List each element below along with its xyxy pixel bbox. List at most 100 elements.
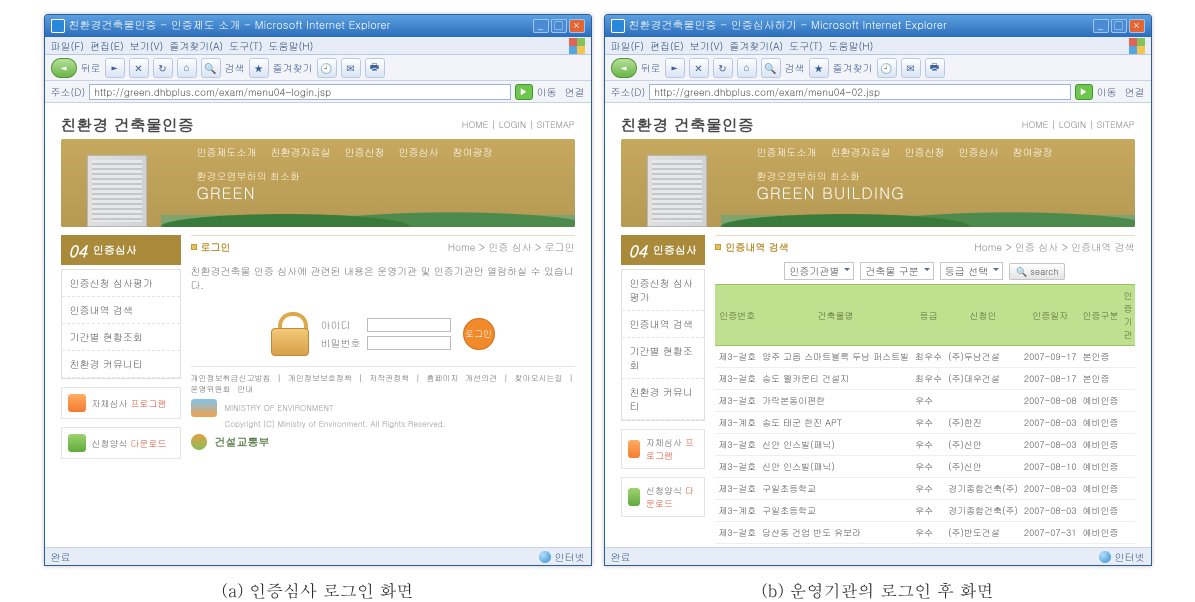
cell: 2007-08-03 bbox=[1021, 412, 1080, 434]
menubar[interactable]: 파일(F) 편집(E) 보기(V) 즐겨찾기(A) 도구(T) 도움말(H) bbox=[605, 37, 1151, 55]
home-button[interactable]: ⌂ bbox=[737, 58, 757, 78]
table-row[interactable]: 제3-걸호구일초등학교우수경기종합건축(주)2007-08-03예비인증 bbox=[715, 478, 1134, 500]
side-item-eval[interactable]: 인증신청 심사평가 bbox=[62, 270, 180, 297]
dl-program[interactable]: 자체심사 프로그램 bbox=[621, 429, 706, 469]
gnb-apply[interactable]: 인증신청 bbox=[345, 145, 385, 159]
print-icon[interactable]: 🖶 bbox=[365, 58, 385, 78]
links-label[interactable]: 연결 bbox=[565, 85, 585, 99]
menu-tools[interactable]: 도구(T) bbox=[229, 39, 262, 53]
filter-org[interactable]: 인증기관별 bbox=[784, 262, 854, 280]
side-item-eval[interactable]: 인증신청 심사평가 bbox=[622, 270, 705, 311]
gnb-audit[interactable]: 인증심사 bbox=[959, 145, 999, 159]
table-row[interactable]: 제3-걸호신안 인스빌(패닉)우수(주)신안2007-08-10예비인증 bbox=[715, 456, 1134, 478]
max-button[interactable]: □ bbox=[551, 19, 567, 33]
filter-type[interactable]: 건축물 구분 bbox=[860, 262, 933, 280]
fwd-button[interactable]: ► bbox=[105, 58, 125, 78]
dl-form[interactable]: 신청양식 다운로드 bbox=[61, 427, 181, 459]
table-row[interactable]: 제3-계호덕양구 건업 반도 유보라우수(주)반도건설2007-07-31예비인… bbox=[715, 544, 1134, 548]
gnb-intro[interactable]: 인증제도소개 bbox=[757, 145, 817, 159]
refresh-button[interactable]: ↻ bbox=[153, 58, 173, 78]
gnb-audit[interactable]: 인증심사 bbox=[399, 145, 439, 159]
dl-form[interactable]: 신청양식 다운로드 bbox=[621, 477, 706, 517]
stop-button[interactable]: ✕ bbox=[129, 58, 149, 78]
copyright: Copyright (C) Ministry of Environment. A… bbox=[225, 419, 575, 430]
table-row[interactable]: 제3-걸호송도 웰카운티 건설지최우수(주)대우건설2007-08-17본인증 bbox=[715, 368, 1134, 390]
side-item-period[interactable]: 기간별 현황조회 bbox=[622, 338, 705, 379]
table-row[interactable]: 제3-걸호양주 고읍 스마트블록 두남 퍼스트빌최우수(주)두남건설2007-0… bbox=[715, 346, 1134, 368]
site-title[interactable]: 친환경 건축물인증 bbox=[621, 113, 754, 136]
url-input[interactable] bbox=[89, 84, 510, 100]
min-button[interactable]: _ bbox=[1093, 19, 1109, 33]
gnb[interactable]: 인증제도소개 친환경자료실 인증신청 인증심사 참여광장 bbox=[197, 145, 563, 159]
dl-program[interactable]: 자체심사 프로그램 bbox=[61, 387, 181, 419]
mail-icon[interactable]: ✉ bbox=[341, 58, 361, 78]
print-icon[interactable]: 🖶 bbox=[925, 58, 945, 78]
max-button[interactable]: □ bbox=[1111, 19, 1127, 33]
search-icon[interactable]: 🔍 bbox=[761, 58, 781, 78]
fav-icon[interactable]: ★ bbox=[249, 58, 269, 78]
menu-fav[interactable]: 즐겨찾기(A) bbox=[169, 39, 223, 53]
fav-icon[interactable]: ★ bbox=[809, 58, 829, 78]
titlebar[interactable]: 친환경건축물인증 - 인증심사하기 - Microsoft Internet E… bbox=[605, 15, 1151, 37]
gnb[interactable]: 인증제도소개 친환경자료실 인증신청 인증심사 참여광장 bbox=[757, 145, 1123, 159]
gnb-apply[interactable]: 인증신청 bbox=[905, 145, 945, 159]
table-row[interactable]: 제3-계호구일초등학교우수경기종합건축(주)2007-08-03예비인증 bbox=[715, 500, 1134, 522]
mail-icon[interactable]: ✉ bbox=[901, 58, 921, 78]
menu-view[interactable]: 보기(V) bbox=[690, 39, 724, 53]
go-button[interactable]: ▶ bbox=[515, 84, 533, 100]
menu-view[interactable]: 보기(V) bbox=[130, 39, 164, 53]
side-item-comm[interactable]: 친환경 커뮤니티 bbox=[62, 351, 180, 378]
gnb-library[interactable]: 친환경자료실 bbox=[831, 145, 891, 159]
footer-links[interactable]: 개인정보취급신고방침 | 개인정보보호정책 | 저작권정책 | 홈페이지 개선의… bbox=[191, 373, 575, 395]
side-item-comm[interactable]: 친환경 커뮤니티 bbox=[622, 379, 705, 420]
cell bbox=[1122, 522, 1135, 544]
menu-help[interactable]: 도움말(H) bbox=[829, 39, 874, 53]
table-row[interactable]: 제3-걸호가락본동이편한우수2007-08-08예비인증 bbox=[715, 390, 1134, 412]
pw-input[interactable] bbox=[367, 336, 451, 350]
menu-fav[interactable]: 즐겨찾기(A) bbox=[729, 39, 783, 53]
gnb-library[interactable]: 친환경자료실 bbox=[271, 145, 331, 159]
menu-file[interactable]: 파일(F) bbox=[51, 39, 84, 53]
table-row[interactable]: 제3-계호송도 태군 한진 APT우수(주)한진2007-08-03예비인증 bbox=[715, 412, 1134, 434]
refresh-button[interactable]: ↻ bbox=[713, 58, 733, 78]
ie-throbber-icon bbox=[1129, 38, 1145, 54]
fwd-button[interactable]: ► bbox=[665, 58, 685, 78]
min-button[interactable]: _ bbox=[533, 19, 549, 33]
history-icon[interactable]: 🕘 bbox=[877, 58, 897, 78]
side-item-search[interactable]: 인증내역 검색 bbox=[62, 297, 180, 324]
titlebar[interactable]: 친환경건축물인증 - 인증제도 소개 - Microsoft Internet … bbox=[45, 15, 591, 37]
menu-edit[interactable]: 편집(E) bbox=[650, 39, 684, 53]
gnb-intro[interactable]: 인증제도소개 bbox=[197, 145, 257, 159]
menu-tools[interactable]: 도구(T) bbox=[789, 39, 822, 53]
side-item-period[interactable]: 기간별 현황조회 bbox=[62, 324, 180, 351]
gnb-community[interactable]: 참여광장 bbox=[453, 145, 493, 159]
back-button[interactable]: ◄ bbox=[51, 58, 77, 78]
filter-grade[interactable]: 등급 선택 bbox=[940, 262, 1003, 280]
table-row[interactable]: 제3-걸호당산동 건업 반도 유보라우수(주)반도건설2007-07-31예비인… bbox=[715, 522, 1134, 544]
menubar[interactable]: 파일(F) 편집(E) 보기(V) 즐겨찾기(A) 도구(T) 도움말(H) bbox=[45, 37, 591, 55]
url-input[interactable] bbox=[649, 84, 1070, 100]
menu-help[interactable]: 도움말(H) bbox=[269, 39, 314, 53]
back-button[interactable]: ◄ bbox=[611, 58, 637, 78]
gnb-community[interactable]: 참여광장 bbox=[1013, 145, 1053, 159]
history-icon[interactable]: 🕘 bbox=[317, 58, 337, 78]
site-title[interactable]: 친환경 건축물인증 bbox=[61, 113, 194, 136]
stop-button[interactable]: ✕ bbox=[689, 58, 709, 78]
menu-file[interactable]: 파일(F) bbox=[611, 39, 644, 53]
links-label[interactable]: 연결 bbox=[1125, 85, 1145, 99]
id-input[interactable] bbox=[367, 318, 451, 332]
util-links[interactable]: HOME | LOGIN | SITEMAP bbox=[1022, 118, 1135, 131]
search-icon[interactable]: 🔍 bbox=[201, 58, 221, 78]
go-button[interactable]: ▶ bbox=[1075, 84, 1093, 100]
close-button[interactable]: × bbox=[569, 19, 585, 33]
search-button[interactable]: 🔍 search bbox=[1009, 263, 1065, 280]
login-button[interactable]: 로그인 bbox=[463, 318, 495, 350]
close-button[interactable]: × bbox=[1129, 19, 1145, 33]
util-links[interactable]: HOME | LOGIN | SITEMAP bbox=[462, 118, 575, 131]
addressbar: 주소(D) ▶ 이동 연결 bbox=[605, 81, 1151, 103]
table-row[interactable]: 제3-걸호신안 인스빌(패닉)우수(주)신안2007-08-03예비인증 bbox=[715, 434, 1134, 456]
home-button[interactable]: ⌂ bbox=[177, 58, 197, 78]
side-item-search[interactable]: 인증내역 검색 bbox=[622, 311, 705, 338]
menu-edit[interactable]: 편집(E) bbox=[90, 39, 124, 53]
cell: 2007-08-17 bbox=[1021, 368, 1080, 390]
